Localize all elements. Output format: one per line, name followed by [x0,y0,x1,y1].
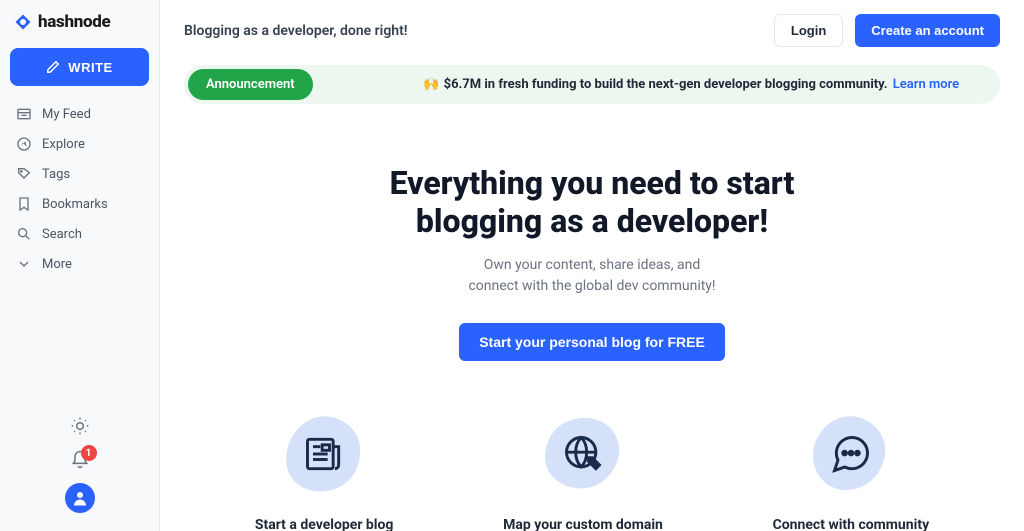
sidebar-item-tags[interactable]: Tags [10,160,149,188]
start-blog-button[interactable]: Start your personal blog for FREE [459,323,725,361]
sidebar-item-more[interactable]: More [10,250,149,278]
sun-icon [70,416,90,436]
learn-more-link[interactable]: Learn more [893,77,959,92]
notifications-button[interactable]: 1 [69,449,91,471]
feature-community: Connect with community [773,409,930,531]
topbar: Blogging as a developer, done right! Log… [160,0,1024,57]
feature-title: Connect with community [773,517,930,531]
hashnode-logo-icon [14,13,32,31]
sidebar: hashnode WRITE My Feed Explore Tags [0,0,160,531]
hero-title: Everything you need to start blogging as… [184,164,1000,241]
hero: Everything you need to start blogging as… [160,164,1024,361]
announcement-pill: Announcement [188,69,313,100]
theme-toggle[interactable] [69,415,91,437]
nav-label: Tags [42,167,70,182]
nav-label: Search [42,227,82,242]
bookmark-icon [16,196,32,212]
features-row: Start a developer blog Map your custom d… [160,409,1024,531]
user-icon [71,489,89,507]
write-button[interactable]: WRITE [10,48,149,86]
tag-icon [16,166,32,182]
feature-custom-domain: Map your custom domain [503,409,663,531]
chevron-down-icon [16,256,32,272]
sidebar-item-my-feed[interactable]: My Feed [10,100,149,128]
avatar[interactable] [65,483,95,513]
tagline: Blogging as a developer, done right! [184,23,408,39]
search-icon [16,226,32,242]
announcement-bar: Announcement 🙌$6.7M in fresh funding to … [184,65,1000,104]
feed-icon [16,106,32,122]
brand-name: hashnode [38,12,110,32]
nav-label: Explore [42,137,85,152]
feature-title: Start a developer blog [255,517,394,531]
globe-edit-icon [561,432,605,476]
main-content: Blogging as a developer, done right! Log… [160,0,1024,531]
emoji-icon: 🙌 [423,77,439,92]
sidebar-bottom: 1 [10,415,149,519]
login-button[interactable]: Login [774,14,843,47]
nav-label: More [42,257,72,272]
announcement-text: 🙌$6.7M in fresh funding to build the nex… [403,77,980,92]
nav-list: My Feed Explore Tags Bookmarks Search Mo… [10,100,149,278]
brand-logo[interactable]: hashnode [10,12,149,32]
sidebar-item-explore[interactable]: Explore [10,130,149,158]
chat-icon [829,432,873,476]
nav-label: My Feed [42,107,91,122]
hero-subtitle: Own your content, share ideas, and conne… [184,255,1000,297]
pencil-icon [46,60,60,74]
sidebar-item-bookmarks[interactable]: Bookmarks [10,190,149,218]
notification-badge: 1 [81,445,97,461]
sidebar-item-search[interactable]: Search [10,220,149,248]
feature-title: Map your custom domain [503,517,663,531]
create-account-button[interactable]: Create an account [855,14,1000,47]
nav-label: Bookmarks [42,197,108,212]
compass-icon [16,136,32,152]
feature-start-blog: Start a developer blog [255,409,394,531]
newspaper-icon [302,432,346,476]
